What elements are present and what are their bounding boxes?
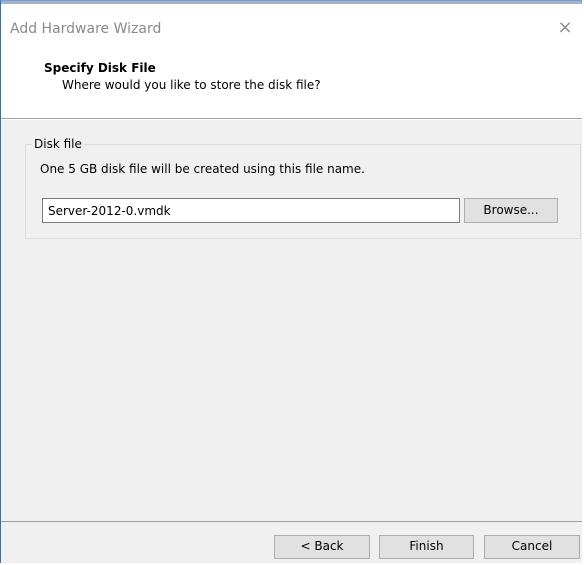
- page-subtitle: Where would you like to store the disk f…: [62, 78, 321, 92]
- cancel-button[interactable]: Cancel: [484, 535, 580, 559]
- disk-file-group: Disk file One 5 GB disk file will be cre…: [25, 137, 581, 239]
- finish-button[interactable]: Finish: [379, 535, 474, 559]
- disk-file-group-legend: Disk file: [32, 137, 84, 151]
- window-title: Add Hardware Wizard: [10, 21, 162, 37]
- add-hardware-wizard-window: Add Hardware Wizard × Specify Disk File …: [0, 0, 582, 563]
- back-button[interactable]: < Back: [274, 535, 370, 559]
- wizard-content: Disk file One 5 GB disk file will be cre…: [1, 120, 582, 521]
- wizard-header: Specify Disk File Where would you like t…: [1, 49, 582, 117]
- wizard-footer: < Back Finish Cancel: [1, 522, 582, 563]
- disk-file-description: One 5 GB disk file will be created using…: [40, 162, 365, 176]
- disk-file-name-input[interactable]: [42, 198, 460, 223]
- title-bar[interactable]: Add Hardware Wizard ×: [1, 4, 582, 37]
- browse-button[interactable]: Browse...: [464, 198, 558, 223]
- close-icon[interactable]: ×: [554, 19, 576, 41]
- page-title: Specify Disk File: [44, 61, 156, 75]
